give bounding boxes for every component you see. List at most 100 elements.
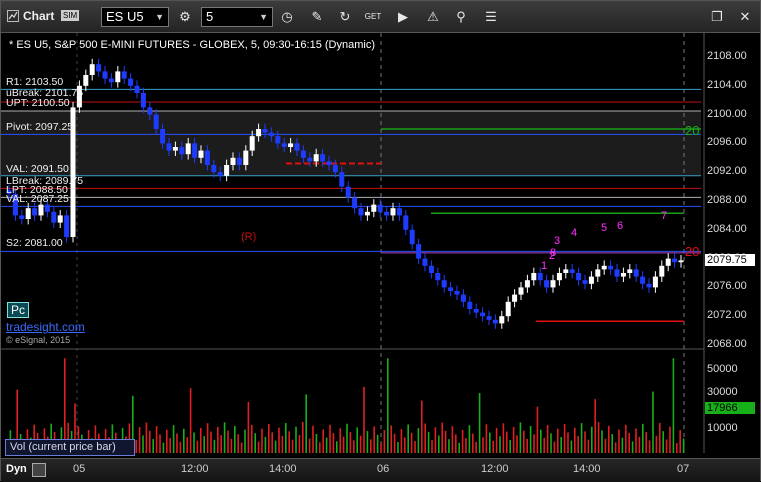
candle-body xyxy=(172,147,178,151)
candle-body xyxy=(396,208,402,216)
candle-body xyxy=(556,273,562,281)
time-tick: 14:00 xyxy=(269,463,297,475)
candle-body xyxy=(326,161,332,165)
candle-body xyxy=(550,280,556,288)
play-icon[interactable]: ▶ xyxy=(393,7,413,27)
symbol-value: ES U5 xyxy=(106,9,144,24)
pencil-icon[interactable]: ✎ xyxy=(307,7,327,27)
candle-body xyxy=(588,276,594,284)
sim-badge: SIM xyxy=(61,10,80,21)
candle-body xyxy=(89,64,95,75)
time-tick: 12:00 xyxy=(181,463,209,475)
candle-body xyxy=(422,258,428,266)
candle-body xyxy=(83,75,89,86)
candle-body xyxy=(512,294,518,302)
candle-body xyxy=(608,265,614,270)
restore-icon[interactable]: ❐ xyxy=(707,7,727,27)
chart-title: * ES U5, S&P 500 E-MINI FUTURES - GLOBEX… xyxy=(9,39,375,51)
list-icon[interactable]: ☰ xyxy=(481,7,501,27)
chevron-down-icon[interactable]: ▼ xyxy=(155,8,164,26)
candle-body xyxy=(268,132,274,137)
setup-count-label: 3 xyxy=(554,235,560,247)
setup-count-top: 20 xyxy=(685,123,700,138)
price-tick: 2096.00 xyxy=(707,136,747,149)
setup-count-label: 8 xyxy=(550,247,556,259)
close-icon[interactable]: ✕ xyxy=(735,7,755,27)
candle-body xyxy=(25,208,31,219)
candle-body xyxy=(364,211,370,216)
candle-body xyxy=(38,204,44,216)
candle-body xyxy=(121,71,127,79)
level-label: VAL: 2087.25 xyxy=(6,193,69,205)
interval-combo[interactable]: 5 ▼ xyxy=(201,7,273,27)
history-icon[interactable]: ◷ xyxy=(277,7,297,27)
zoom-icon[interactable] xyxy=(32,463,46,477)
candle-body xyxy=(249,136,255,151)
candle-body xyxy=(179,147,185,155)
alert-icon[interactable]: ⚠ xyxy=(423,7,443,27)
setup-count-label: 7 xyxy=(661,210,667,222)
candle-body xyxy=(300,150,306,158)
time-tick: 05 xyxy=(73,463,86,475)
candle-body xyxy=(499,316,505,324)
candle-body xyxy=(460,294,466,302)
candle-body xyxy=(371,204,377,212)
candle-body xyxy=(416,244,422,259)
last-price-tag: 2079.75 xyxy=(705,254,755,266)
candle-body xyxy=(57,215,63,223)
candle-body xyxy=(454,291,460,295)
candle-body xyxy=(409,229,415,245)
gear-icon[interactable]: ⚙ xyxy=(175,7,195,27)
vol-tick-30000: 30000 xyxy=(707,386,738,398)
candle-body xyxy=(332,165,338,173)
price-tick: 2092.00 xyxy=(707,165,747,178)
brand-link[interactable]: tradesight.com xyxy=(6,320,85,334)
r-marker: (R) xyxy=(241,231,257,243)
link-icon[interactable]: ⚲ xyxy=(451,7,471,27)
chart-area[interactable]: 12345678 * ES U5, S&P 500 E-MINI FUTURES… xyxy=(1,33,761,456)
candle-body xyxy=(576,273,582,281)
candle-body xyxy=(140,93,146,108)
time-axis-bar[interactable]: Dyn 05 12:00 14:00 06 12:00 14:00 07 xyxy=(1,458,760,482)
mode-label[interactable]: Dyn xyxy=(6,463,27,475)
candle-body xyxy=(217,172,223,176)
price-tick: 2104.00 xyxy=(707,78,747,91)
candle-body xyxy=(134,85,140,93)
candle-body xyxy=(627,269,633,273)
candle-body xyxy=(659,265,665,277)
chart-svg[interactable]: 1234 5 678 xyxy=(1,33,761,458)
candle-body xyxy=(243,150,249,165)
candle-body xyxy=(192,143,198,158)
copyright: © eSignal, 2015 xyxy=(6,335,71,345)
pc-badge[interactable]: Pc xyxy=(7,302,30,318)
candle-body xyxy=(51,211,57,223)
volume-pane-label[interactable]: Vol (current price bar) xyxy=(5,439,135,456)
candle-body xyxy=(262,129,268,133)
price-tick: 2088.00 xyxy=(707,194,747,206)
get-icon[interactable]: GET xyxy=(363,7,383,27)
candle-body xyxy=(256,129,262,137)
candle-body xyxy=(224,165,230,176)
candle-body xyxy=(492,319,498,324)
candle-body xyxy=(390,208,396,216)
candle-body xyxy=(281,143,287,147)
vol-tick-50000: 50000 xyxy=(707,363,738,375)
candle-body xyxy=(665,258,671,266)
setup-count-label: 6 xyxy=(617,220,623,232)
setup-count-label: 5 xyxy=(601,222,607,234)
candle-body xyxy=(518,287,524,295)
refresh-icon[interactable]: ↻ xyxy=(335,7,355,27)
value-area-shade xyxy=(1,111,701,176)
candle-body xyxy=(384,211,390,216)
chevron-down-icon[interactable]: ▼ xyxy=(259,8,268,26)
candle-body xyxy=(230,157,236,165)
candle-body xyxy=(153,114,159,129)
candle-body xyxy=(160,129,166,144)
last-volume-tag: 17966 xyxy=(705,402,755,414)
symbol-combo[interactable]: ES U5 ▼ xyxy=(101,7,169,27)
candle-body xyxy=(544,280,550,288)
vol-tick-10000: 10000 xyxy=(707,422,738,434)
candle-body xyxy=(428,265,434,273)
candle-body xyxy=(531,273,537,281)
level-label: S2: 2081.00 xyxy=(6,237,63,249)
